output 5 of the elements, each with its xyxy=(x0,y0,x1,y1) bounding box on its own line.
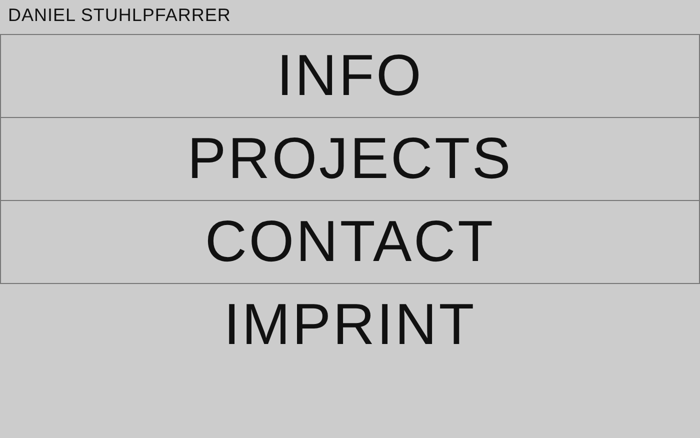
site-title: DANIEL STUHLPFARRER xyxy=(8,4,231,27)
nav-link[interactable]: INFO xyxy=(0,34,700,118)
nav-link[interactable]: IMPRINT xyxy=(0,284,700,367)
nav-link[interactable]: PROJECTS xyxy=(0,118,700,201)
nav-link[interactable]: CONTACT xyxy=(0,201,700,284)
